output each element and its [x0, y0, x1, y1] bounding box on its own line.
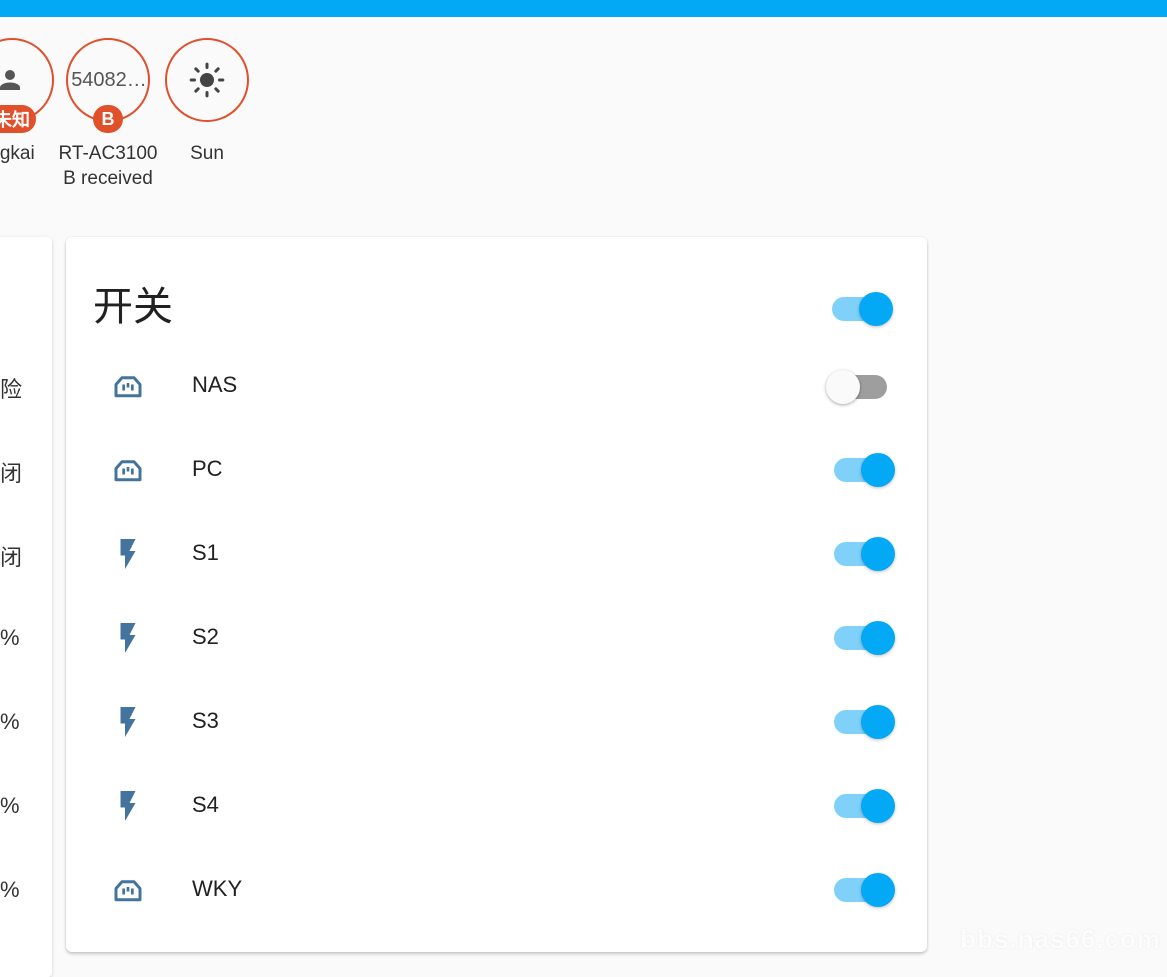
app-header-bar	[0, 0, 1167, 17]
power-socket-icon	[110, 368, 146, 404]
badge-name: Sun	[152, 141, 262, 166]
toggle-knob	[861, 621, 895, 655]
toggle-knob	[861, 453, 895, 487]
card-title: 开关	[93, 281, 173, 333]
switch-toggle-s2[interactable]	[831, 617, 897, 657]
switch-toggle-s1[interactable]	[831, 533, 897, 573]
switch-toggle-wky[interactable]	[831, 869, 897, 909]
entity-label: PC	[192, 456, 223, 482]
entity-row-s3[interactable]: S3	[66, 692, 927, 752]
left-card-fragment: %	[0, 877, 20, 903]
badge-router-received[interactable]: 54082… B	[66, 38, 150, 122]
entity-label: NAS	[192, 372, 237, 398]
entity-label: S2	[192, 624, 219, 650]
switch-toggle-pc[interactable]	[831, 449, 897, 489]
flash-icon	[110, 620, 146, 656]
badge-name: RT-AC3100 B received	[53, 141, 163, 191]
entity-row-pc[interactable]: PC	[66, 440, 927, 500]
entity-row-nas[interactable]: NAS	[66, 356, 927, 416]
person-icon	[0, 65, 25, 95]
switch-toggle-s3[interactable]	[831, 701, 897, 741]
entity-row-s2[interactable]: S2	[66, 608, 927, 668]
entity-label: WKY	[192, 876, 242, 902]
entity-label: S3	[192, 708, 219, 734]
toggle-knob	[861, 789, 895, 823]
entity-row-wky[interactable]: WKY	[66, 860, 927, 920]
sun-icon	[187, 60, 227, 100]
flash-icon	[110, 536, 146, 572]
toggle-knob	[861, 537, 895, 571]
flash-icon	[110, 704, 146, 740]
badge-unit-tag: B	[93, 105, 123, 133]
power-socket-icon	[110, 872, 146, 908]
entity-row-s4[interactable]: S4	[66, 776, 927, 836]
toggle-knob	[861, 705, 895, 739]
flash-icon	[110, 788, 146, 824]
switch-toggle-s4[interactable]	[831, 785, 897, 825]
entity-label: S4	[192, 792, 219, 818]
left-card-partial: 险 闭 闭 % % % %	[0, 237, 52, 977]
entity-label: S1	[192, 540, 219, 566]
badge-sun[interactable]	[165, 38, 249, 122]
entity-row-s1[interactable]: S1	[66, 524, 927, 584]
badge-value: 54082…	[69, 69, 147, 92]
master-toggle[interactable]	[829, 288, 895, 328]
toggle-knob	[861, 873, 895, 907]
badge-ring	[165, 38, 249, 122]
watermark: bbs.nas66.com	[960, 924, 1161, 955]
left-card-fragment: 闭	[0, 540, 22, 572]
switch-toggle-nas[interactable]	[828, 366, 894, 406]
left-card-fragment: %	[0, 793, 20, 819]
left-card-fragment: %	[0, 625, 20, 651]
toggle-knob	[826, 370, 860, 404]
toggle-knob	[859, 292, 893, 326]
switch-card: 开关 NAS PC	[66, 237, 927, 952]
left-card-fragment: 闭	[0, 456, 22, 488]
badge-status-tag: 未知	[0, 105, 36, 133]
badge-person[interactable]: 未知	[0, 38, 54, 122]
power-socket-icon	[110, 452, 146, 488]
left-card-fragment: %	[0, 709, 20, 735]
left-card-fragment: 险	[0, 372, 22, 404]
